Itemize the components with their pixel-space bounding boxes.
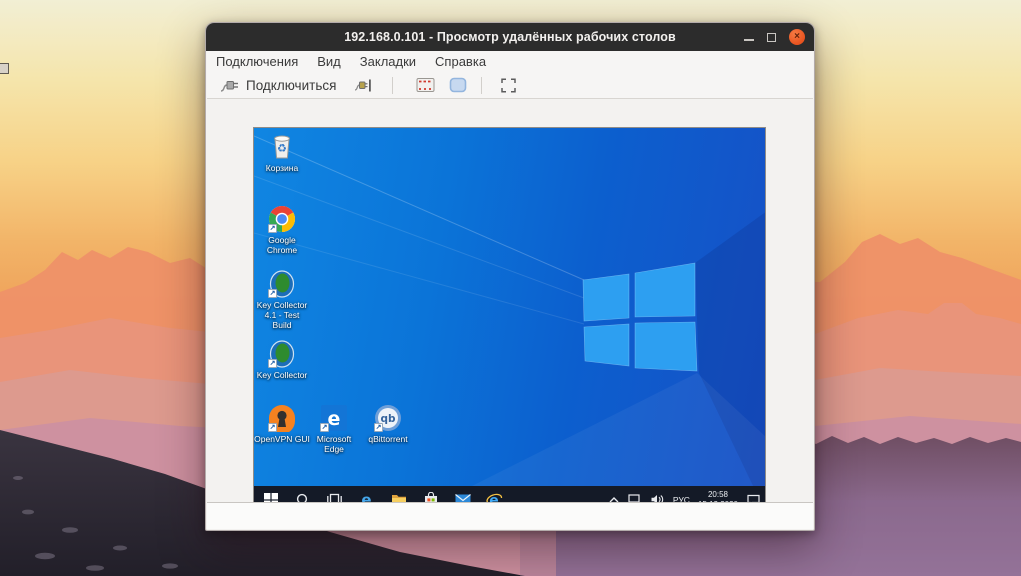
chrome-icon: ↗ (268, 205, 296, 233)
window-content: ♻ Корзина (207, 100, 813, 529)
icon-label: OpenVPN GUI (254, 434, 310, 444)
statusbar (207, 502, 813, 529)
desktop-icon-key-collector[interactable]: ↗ Key Collector (254, 340, 310, 380)
toolbar-separator-2 (481, 77, 482, 94)
icon-label: Key Collector 4.1 - Test Build (254, 300, 310, 330)
key-collector-icon: ↗ (268, 340, 296, 368)
menu-item-help[interactable]: Справка (435, 54, 486, 69)
shortcut-arrow-icon: ↗ (268, 359, 277, 368)
recycle-bin-icon: ♻ (268, 133, 296, 161)
desktop-icon-recycle-bin[interactable]: ♻ Корзина (254, 133, 310, 173)
desktop-icon-qbittorrent[interactable]: qb ↗ qBittorrent (360, 404, 416, 444)
icon-label: Корзина (254, 163, 310, 173)
icon-label: qBittorrent (360, 434, 416, 444)
connect-label: Подключиться (246, 78, 336, 93)
minimize-button[interactable] (744, 39, 754, 41)
shortcut-arrow-icon: ↗ (320, 423, 329, 432)
menu-item-bookmarks[interactable]: Закладки (360, 54, 416, 69)
connect-button[interactable]: Подключиться (214, 76, 342, 95)
host-desktop: 192.168.0.101 - Просмотр удалённых рабоч… (0, 0, 1021, 576)
fullscreen-icon (501, 78, 516, 93)
connect-plug-icon (220, 78, 240, 93)
vinagre-window: 192.168.0.101 - Просмотр удалённых рабоч… (205, 22, 815, 531)
svg-text:♻: ♻ (277, 142, 287, 155)
remote-screen[interactable]: ♻ Корзина (253, 127, 766, 514)
window-title: 192.168.0.101 - Просмотр удалённых рабоч… (206, 30, 814, 44)
titlebar[interactable]: 192.168.0.101 - Просмотр удалённых рабоч… (206, 23, 814, 51)
svg-text:e: e (328, 408, 341, 430)
icon-label: Key Collector (254, 370, 310, 380)
qbittorrent-icon: qb ↗ (374, 404, 402, 432)
scaling-button[interactable] (443, 75, 473, 95)
desktop-icon-openvpn[interactable]: ↗ OpenVPN GUI (254, 404, 310, 444)
host-desktop-icon-partial[interactable] (0, 63, 9, 74)
key-collector-icon: ↗ (268, 270, 296, 298)
menu-item-view[interactable]: Вид (317, 54, 341, 69)
menubar: Подключения Вид Закладки Справка (207, 51, 813, 72)
close-button[interactable]: × (789, 29, 805, 45)
windows-wallpaper (254, 128, 766, 514)
windows-logo (583, 263, 697, 371)
icon-label: Google Chrome (254, 235, 310, 255)
tray-time: 20:58 (698, 490, 738, 500)
shortcut-arrow-icon: ↗ (268, 289, 277, 298)
toolbar: Подключиться (207, 72, 813, 99)
screenshot-button[interactable] (410, 75, 441, 95)
edge-icon: e ↗ (320, 404, 348, 432)
close-icon: × (794, 32, 800, 42)
shortcut-arrow-icon: ↗ (268, 423, 277, 432)
menu-item-connections[interactable]: Подключения (216, 54, 298, 69)
fullscreen-button[interactable] (495, 76, 522, 95)
disconnect-button[interactable] (348, 76, 378, 95)
icon-label: Microsoft Edge (306, 434, 362, 454)
disconnect-plug-icon (354, 78, 372, 93)
shortcut-arrow-icon: ↗ (268, 224, 277, 233)
toolbar-separator (392, 77, 393, 94)
screenshot-icon (416, 77, 435, 93)
shortcut-arrow-icon: ↗ (374, 423, 383, 432)
desktop-icon-google-chrome[interactable]: ↗ Google Chrome (254, 205, 310, 255)
maximize-button[interactable] (767, 33, 776, 42)
openvpn-icon: ↗ (268, 404, 296, 432)
desktop-icon-key-collector-test[interactable]: ↗ Key Collector 4.1 - Test Build (254, 270, 310, 330)
desktop-icon-edge[interactable]: e ↗ Microsoft Edge (306, 404, 362, 454)
scaling-icon (449, 77, 467, 93)
